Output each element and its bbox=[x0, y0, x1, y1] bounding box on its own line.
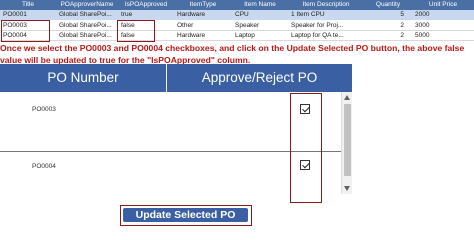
cell-itemname: CPU bbox=[235, 11, 249, 18]
column-header-ispoapproved[interactable]: IsPOApproved bbox=[118, 0, 174, 10]
po-number-label: PO0004 bbox=[32, 163, 56, 170]
table-row[interactable]: PO0004 Global SharePoi... false Hardware… bbox=[0, 31, 474, 41]
cell-description: 1 Item CPU bbox=[291, 11, 325, 18]
table-header-row: Title POApproverName IsPOApproved ItemTy… bbox=[0, 0, 474, 10]
cell-description: Speaker for Proj... bbox=[291, 22, 344, 29]
column-header-quantity[interactable]: Quantity bbox=[364, 0, 412, 10]
po-gallery: PO Number Approve/Reject PO PO0003 PO000… bbox=[0, 64, 352, 203]
highlight-title-cells bbox=[1, 20, 50, 42]
cell-itemtype: Other bbox=[177, 22, 194, 29]
cell-itemname: Speaker bbox=[235, 22, 260, 29]
column-header-title[interactable]: Title bbox=[0, 0, 56, 10]
cell-quantity: 5 bbox=[400, 11, 404, 18]
gallery-header: PO Number Approve/Reject PO bbox=[0, 64, 352, 92]
cell-description: Laptop for QA te... bbox=[291, 32, 344, 39]
cell-approver: Global SharePoi... bbox=[59, 22, 112, 29]
highlight-checkboxes bbox=[290, 93, 322, 203]
list-data-table: Title POApproverName IsPOApproved ItemTy… bbox=[0, 0, 474, 42]
column-header-itemtype[interactable]: ItemType bbox=[174, 0, 232, 10]
column-header-unitprice[interactable]: Unit Price bbox=[412, 0, 474, 10]
cell-unitprice: 5000 bbox=[415, 32, 430, 39]
column-header-description[interactable]: Item Description bbox=[288, 0, 364, 10]
cell-ispoapproved: true bbox=[121, 11, 133, 18]
column-header-approver[interactable]: POApproverName bbox=[56, 0, 118, 10]
cell-approver: Global SharePoi... bbox=[59, 32, 112, 39]
instruction-note: Once we select the PO0003 and PO0004 che… bbox=[0, 43, 474, 66]
scrollbar-thumb[interactable] bbox=[344, 104, 351, 176]
highlight-ispoapproved-cells bbox=[117, 20, 155, 42]
cell-unitprice: 2000 bbox=[415, 11, 430, 18]
cell-quantity: 2 bbox=[400, 32, 404, 39]
cell-itemtype: Hardware bbox=[177, 11, 206, 18]
scroll-down-arrow-icon[interactable] bbox=[344, 186, 350, 191]
update-selected-po-button[interactable]: Update Selected PO bbox=[123, 208, 248, 222]
table-row[interactable]: PO0001 Global SharePoi... true Hardware … bbox=[0, 10, 474, 20]
cell-quantity: 2 bbox=[400, 22, 404, 29]
scroll-up-arrow-icon[interactable] bbox=[344, 95, 350, 100]
header-approve-reject: Approve/Reject PO bbox=[201, 70, 318, 85]
cell-itemtype: Hardware bbox=[177, 32, 206, 39]
cell-title: PO0001 bbox=[3, 11, 27, 18]
highlight-update-button: Update Selected PO bbox=[120, 205, 252, 226]
cell-itemname: Laptop bbox=[235, 32, 255, 39]
column-header-itemname[interactable]: Item Name bbox=[232, 0, 288, 10]
note-line-1: Once we select the PO0003 and PO0004 che… bbox=[0, 43, 465, 53]
header-po-number: PO Number bbox=[47, 70, 119, 85]
table-row[interactable]: PO0003 Global SharePoi... false Other Sp… bbox=[0, 21, 474, 31]
cell-unitprice: 3000 bbox=[415, 22, 430, 29]
gallery-scrollbar[interactable] bbox=[341, 92, 352, 194]
cell-approver: Global SharePoi... bbox=[59, 11, 112, 18]
po-number-label: PO0003 bbox=[32, 106, 56, 113]
